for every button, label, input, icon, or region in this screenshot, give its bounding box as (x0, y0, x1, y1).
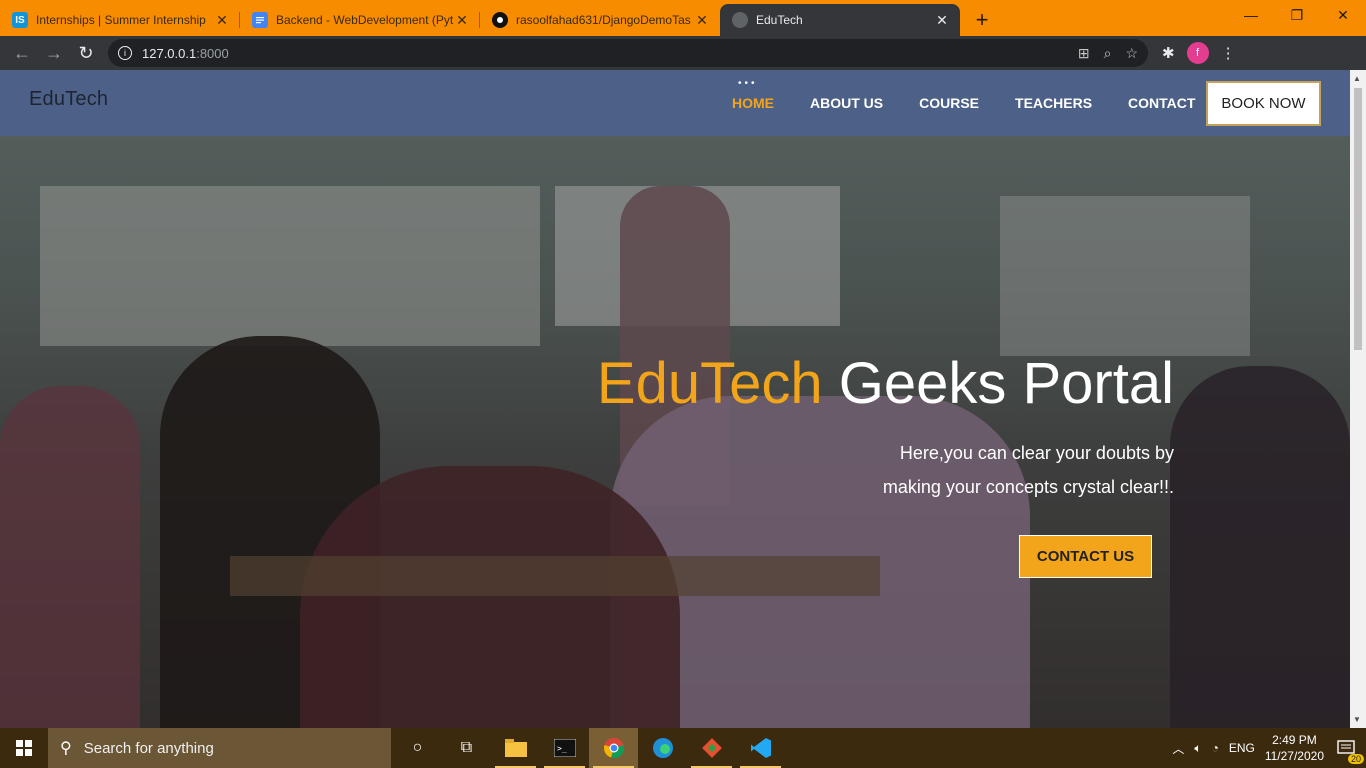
browser-tab-strip: IS Internships | Summer Internship ✕ Bac… (0, 0, 1366, 36)
google-docs-icon (252, 12, 268, 28)
scrollbar-thumb[interactable] (1354, 88, 1362, 350)
speaker-icon[interactable]: 🔈︎ (1194, 741, 1201, 756)
url-port: :8000 (196, 45, 229, 61)
profile-avatar[interactable]: f (1186, 42, 1209, 64)
nav-contact[interactable]: CONTACT (1128, 95, 1195, 111)
windows-taskbar: ⚲ Search for anything ○ ⧉ >_ ︿ 🔈︎ ◔ ENG … (0, 728, 1366, 768)
address-bar[interactable]: i 127.0.0.1:8000 ⊞ ⌕ ☆ (108, 39, 1148, 67)
menu-kebab-icon[interactable]: ⋮ (1221, 44, 1236, 62)
back-icon[interactable]: ← (6, 37, 38, 69)
github-icon (492, 12, 508, 28)
close-tab-icon[interactable]: ✕ (934, 12, 950, 28)
close-tab-icon[interactable]: ✕ (694, 12, 710, 28)
zoom-icon[interactable]: ⌕ (1104, 45, 1112, 62)
tab-backend-doc[interactable]: Backend - WebDevelopment (Pyt ✕ (240, 4, 480, 36)
clock-date: 11/27/2020 (1264, 749, 1324, 763)
close-window-icon[interactable]: ✕ (1320, 0, 1366, 30)
globe-icon (732, 12, 748, 28)
tab-title: Backend - WebDevelopment (Pyt (276, 13, 454, 27)
clock[interactable]: 2:49 PM 11/27/2020 (1265, 732, 1324, 764)
toolbar-right: ✱ f ⋮ (1162, 42, 1236, 64)
svg-text:>_: >_ (557, 744, 567, 753)
contact-us-button[interactable]: CONTACT US (1019, 535, 1152, 578)
task-view-icon[interactable]: ⧉ (442, 728, 491, 768)
tab-title: EduTech (756, 13, 803, 27)
browser-toolbar: ← → ↻ i 127.0.0.1:8000 ⊞ ⌕ ☆ ✱ f ⋮ (0, 36, 1366, 70)
hero-title: EduTech Geeks Portal (597, 350, 1174, 417)
site-brand[interactable]: EduTech (29, 88, 108, 111)
vscode-icon[interactable] (736, 728, 785, 768)
nav-dots: ••• (738, 78, 758, 89)
tab-internships[interactable]: IS Internships | Summer Internship ✕ (0, 4, 240, 36)
chrome-icon[interactable] (589, 728, 638, 768)
taskbar-search-box[interactable]: ⚲ Search for anything (48, 728, 391, 768)
notification-center-icon[interactable]: 20 (1334, 736, 1364, 764)
hero-subtitle-line: making your concepts crystal clear!!. (882, 477, 1174, 497)
nav-about-us[interactable]: ABOUT US (810, 95, 883, 111)
notification-count: 20 (1347, 754, 1364, 764)
system-tray: ︿ 🔈︎ ◔ ENG 2:49 PM 11/27/2020 20 (1172, 732, 1366, 764)
window-controls: — ❐ ✕ (1228, 0, 1366, 30)
nav-teachers[interactable]: TEACHERS (1015, 95, 1092, 111)
hero-subtitle: Here,you can clear your doubts by making… (754, 436, 1174, 504)
hero-overlay (0, 136, 1350, 728)
hero-banner: EduTech Geeks Portal Here,you can clear … (0, 136, 1350, 728)
book-now-button[interactable]: BOOK NOW (1206, 81, 1321, 126)
forward-icon[interactable]: → (38, 37, 70, 69)
translate-icon[interactable]: ⊞ (1078, 45, 1090, 62)
hero-title-rest: Geeks Portal (822, 351, 1174, 416)
site-navbar: EduTech ••• HOME ABOUT US COURSE TEACHER… (0, 70, 1350, 136)
web-page: EduTech ••• HOME ABOUT US COURSE TEACHER… (0, 70, 1350, 728)
tab-title: rasoolfahad631/DjangoDemoTas (516, 13, 691, 27)
restore-icon[interactable]: ❐ (1274, 0, 1320, 30)
wifi-icon[interactable]: ◔ (1212, 741, 1219, 755)
search-icon: ⚲ (60, 740, 72, 757)
tab-edutech[interactable]: EduTech ✕ (720, 4, 960, 36)
terminal-icon[interactable]: >_ (540, 728, 589, 768)
tab-github[interactable]: rasoolfahad631/DjangoDemoTas ✕ (480, 4, 720, 36)
page-scrollbar[interactable]: ▲ ▼ (1350, 70, 1366, 728)
scroll-up-icon[interactable]: ▲ (1353, 74, 1361, 83)
omnibox-actions: ⊞ ⌕ ☆ (1078, 45, 1138, 62)
taskbar-search-placeholder: Search for anything (83, 739, 214, 757)
chevron-up-icon[interactable]: ︿ (1172, 740, 1184, 757)
new-tab-button[interactable]: + (966, 4, 998, 36)
tab-title: Internships | Summer Internship (36, 13, 206, 27)
clock-time: 2:49 PM (1272, 733, 1317, 747)
nav-home[interactable]: HOME (732, 95, 774, 111)
extensions-icon[interactable]: ✱ (1162, 44, 1175, 62)
nav-course[interactable]: COURSE (919, 95, 979, 111)
git-icon[interactable] (687, 728, 736, 768)
windows-start-icon[interactable] (0, 728, 48, 768)
hero-title-highlight: EduTech (596, 351, 823, 416)
cortana-icon[interactable]: ○ (393, 728, 442, 768)
language-indicator[interactable]: ENG (1229, 741, 1255, 755)
hero-subtitle-line: Here,you can clear your doubts by (899, 443, 1174, 463)
bookmark-star-icon[interactable]: ☆ (1125, 45, 1138, 62)
site-menu: HOME ABOUT US COURSE TEACHERS CONTACT (732, 95, 1231, 111)
file-explorer-icon[interactable] (491, 728, 540, 768)
edge-icon[interactable] (638, 728, 687, 768)
minimize-icon[interactable]: — (1228, 0, 1274, 30)
internshala-icon: IS (12, 12, 28, 28)
url-host: 127.0.0.1 (142, 45, 197, 61)
scroll-down-icon[interactable]: ▼ (1353, 715, 1361, 724)
close-tab-icon[interactable]: ✕ (214, 12, 230, 28)
close-tab-icon[interactable]: ✕ (454, 12, 470, 28)
site-info-icon[interactable]: i (118, 46, 132, 60)
reload-icon[interactable]: ↻ (70, 37, 102, 69)
